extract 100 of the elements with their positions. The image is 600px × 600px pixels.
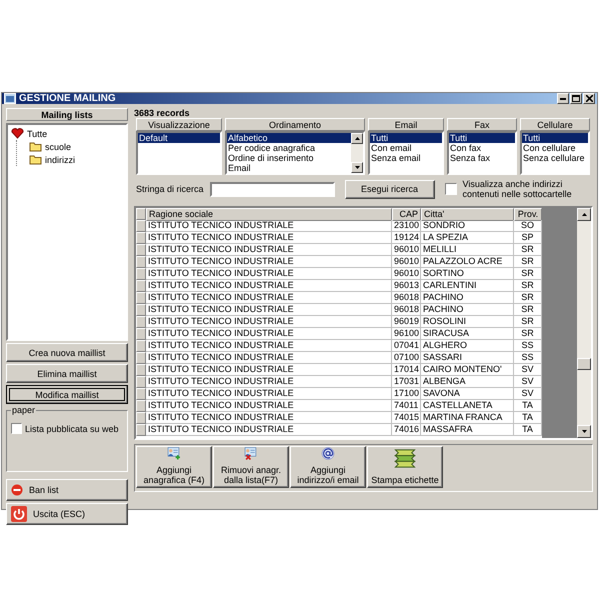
row-header[interactable]	[136, 412, 146, 424]
table-cell: ISTITUTO TECNICO INDUSTRIALE	[146, 244, 392, 256]
row-header[interactable]	[136, 340, 146, 352]
maximize-icon	[572, 95, 580, 102]
tree-item[interactable]: indirizzi	[45, 154, 76, 164]
search-field[interactable]	[210, 182, 335, 196]
list-option[interactable]: Con cellulare	[522, 143, 588, 153]
maillist-button[interactable]: Elimina maillist	[6, 364, 128, 383]
heart-icon	[11, 128, 24, 139]
table-cell: 74016	[392, 424, 421, 436]
column-header[interactable]: CAP	[392, 208, 421, 221]
scroll-down-button[interactable]	[577, 425, 591, 438]
list-option[interactable]: Senza fax	[449, 153, 515, 163]
close-icon	[586, 95, 592, 102]
search-button[interactable]: Esegui ricerca	[344, 180, 435, 198]
close-button[interactable]	[583, 93, 595, 104]
row-header[interactable]	[136, 244, 146, 256]
up-arrow-icon	[354, 137, 360, 140]
ban-list-button[interactable]: Ban list	[6, 479, 128, 501]
table-cell: 17014	[392, 364, 421, 376]
checkbox[interactable]	[444, 183, 457, 195]
table-cell: 96010	[392, 268, 421, 280]
table-cell: SAVONA	[421, 388, 514, 400]
row-header[interactable]	[136, 364, 146, 376]
tree-item[interactable]: Tutte	[27, 128, 48, 138]
record-count: 3683 records	[134, 108, 191, 118]
down-arrow-icon	[582, 430, 586, 433]
scrollbar[interactable]	[351, 133, 363, 173]
folder-icon	[29, 141, 42, 152]
list-option[interactable]: Default	[138, 133, 220, 143]
exit-button[interactable]: Uscita (ESC)	[6, 503, 128, 525]
table-cell: 96010	[392, 256, 421, 268]
list-option[interactable]: Con fax	[449, 143, 515, 153]
table-cell: ISTITUTO TECNICO INDUSTRIALE	[146, 232, 392, 244]
list-option[interactable]: Ordine di inserimento	[227, 153, 351, 163]
maximize-button[interactable]	[570, 93, 582, 104]
table-cell: 07041	[392, 340, 421, 352]
scroll-down-button[interactable]	[351, 162, 363, 173]
checkbox[interactable]	[11, 423, 22, 434]
table-cell: ALGHERO	[421, 340, 514, 352]
table-cell: ISTITUTO TECNICO INDUSTRIALE	[146, 352, 392, 364]
table-cell: 96018	[392, 304, 421, 316]
maillist-button[interactable]: Crea nuova maillist	[6, 343, 128, 362]
list-option[interactable]: Tutti	[449, 133, 515, 143]
list-option[interactable]: Per codice anagrafica	[227, 143, 351, 153]
table-cell: ISTITUTO TECNICO INDUSTRIALE	[146, 376, 392, 388]
table-cell: 17031	[392, 376, 421, 388]
toolbar-button[interactable]: Rimuovi anagr. dalla lista(F7)	[213, 446, 289, 488]
table-cell: PACHINO	[421, 304, 514, 316]
tree-item[interactable]: scuole	[45, 142, 72, 152]
table-cell: ISTITUTO TECNICO INDUSTRIALE	[146, 328, 392, 340]
table-cell: MELILLI	[421, 244, 514, 256]
scroll-up-button[interactable]	[577, 208, 591, 221]
scroll-thumb[interactable]	[577, 358, 591, 370]
row-header[interactable]	[136, 316, 146, 328]
table-cell: 96010	[392, 244, 421, 256]
scroll-up-button[interactable]	[351, 133, 363, 144]
table-cell: CAIRO MONTENO'	[421, 364, 514, 376]
row-header[interactable]	[136, 232, 146, 244]
list-option[interactable]: Alfabetico	[227, 133, 351, 143]
list-option[interactable]: Con email	[370, 143, 442, 153]
listbox-header: Visualizzazione	[136, 118, 222, 131]
column-header[interactable]: Prov.	[514, 208, 542, 221]
table-cell: ISTITUTO TECNICO INDUSTRIALE	[146, 412, 392, 424]
row-header[interactable]	[136, 376, 146, 388]
column-header[interactable]: Citta'	[421, 208, 514, 221]
table-cell: ISTITUTO TECNICO INDUSTRIALE	[146, 424, 392, 436]
row-header[interactable]	[136, 352, 146, 364]
toolbar-button[interactable]: Stampa etichette	[367, 446, 443, 488]
column-header[interactable]: Ragione sociale	[146, 208, 392, 221]
row-header[interactable]	[136, 292, 146, 304]
minimize-button[interactable]	[557, 93, 569, 104]
toolbar-button[interactable]: Aggiungi indirizzo/i email	[290, 446, 366, 488]
table-cell: ISTITUTO TECNICO INDUSTRIALE	[146, 364, 392, 376]
table-cell: 74011	[392, 400, 421, 412]
list-option[interactable]: Email	[227, 163, 351, 173]
row-header[interactable]	[136, 256, 146, 268]
table-cell: PACHINO	[421, 292, 514, 304]
row-header[interactable]	[136, 268, 146, 280]
table-cell: ISTITUTO TECNICO INDUSTRIALE	[146, 292, 392, 304]
scrollbar[interactable]	[577, 208, 591, 438]
list-option[interactable]: Senza email	[370, 153, 442, 163]
list-option[interactable]: Senza cellulare	[522, 153, 588, 163]
row-header[interactable]	[136, 304, 146, 316]
table-cell: SORTINO	[421, 268, 514, 280]
row-header[interactable]	[136, 388, 146, 400]
table-cell: 23100	[392, 220, 421, 232]
row-header[interactable]	[136, 280, 146, 292]
row-header[interactable]	[136, 424, 146, 436]
maillist-button[interactable]: Modifica maillist	[6, 385, 128, 404]
table-cell: ROSOLINI	[421, 316, 514, 328]
list-option[interactable]: Tutti	[370, 133, 442, 143]
folder-icon	[29, 154, 42, 165]
toolbar-button[interactable]: Aggiungi anagrafica (F4)	[136, 446, 212, 488]
row-header[interactable]	[136, 220, 146, 232]
row-header[interactable]	[136, 328, 146, 340]
row-header[interactable]	[136, 400, 146, 412]
table-cell: ISTITUTO TECNICO INDUSTRIALE	[146, 340, 392, 352]
table-cell: 96013	[392, 280, 421, 292]
list-option[interactable]: Tutti	[522, 133, 588, 143]
